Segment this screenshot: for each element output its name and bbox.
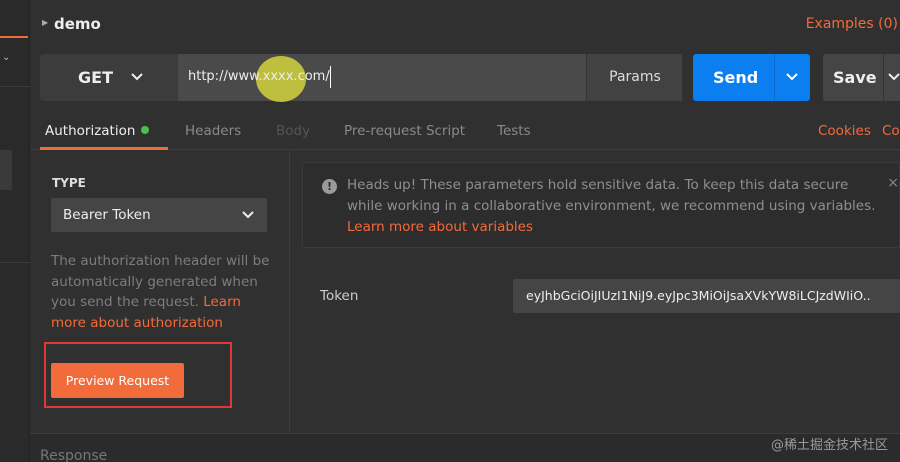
watermark: @稀土掘金技术社区 (770, 438, 888, 453)
notice-body: Heads up! These parameters hold sensitiv… (347, 177, 876, 214)
close-icon[interactable]: × (887, 175, 899, 191)
text-caret (330, 66, 331, 88)
sidebar-selected-item[interactable] (0, 150, 12, 190)
auth-type-value: Bearer Token (63, 207, 151, 223)
code-link[interactable]: Co (882, 123, 900, 139)
token-label: Token (320, 288, 359, 304)
chevron-down-icon[interactable] (887, 70, 900, 84)
auth-type-select[interactable]: Bearer Token (51, 198, 267, 232)
token-value: eyJhbGciOiJIUzI1NiJ9.eyJpc3MiOiJsaXVkYW8… (526, 288, 871, 303)
preview-request-button[interactable]: Preview Request (51, 363, 184, 398)
request-header: ▶ demo Examples (0) (30, 10, 900, 40)
preview-request-label: Preview Request (65, 373, 170, 388)
sensitive-data-notice: ! Heads up! These parameters hold sensit… (302, 162, 900, 248)
params-label: Params (609, 69, 661, 85)
token-input[interactable]: eyJhbGciOiJIUzI1NiJ9.eyJpc3MiOiJsaXVkYW8… (513, 279, 900, 313)
url-text: http://www.xxxx.com/ (188, 69, 330, 84)
send-divider (774, 54, 775, 101)
left-sidebar: ⌄ (0, 0, 30, 462)
chevron-down-icon[interactable] (785, 70, 799, 84)
request-builder: ▶ demo Examples (0) GET http://www.xxxx.… (30, 0, 900, 462)
save-button[interactable]: Save (823, 54, 900, 101)
status-dot-icon (141, 126, 150, 134)
notice-text: Heads up! These parameters hold sensitiv… (347, 175, 877, 238)
chevron-down-icon[interactable]: ⌄ (2, 52, 10, 63)
sidebar-active-indicator (0, 36, 28, 38)
tab-prerequest-script[interactable]: Pre-request Script (344, 123, 465, 139)
sidebar-divider (0, 262, 30, 263)
caret-right-icon[interactable]: ▶ (42, 18, 48, 27)
tab-body[interactable]: Body (276, 123, 310, 139)
learn-more-variables-link[interactable]: Learn more about variables (347, 219, 533, 235)
sidebar-divider (0, 86, 30, 87)
method-select[interactable]: GET (40, 54, 178, 101)
method-label: GET (78, 68, 113, 87)
info-icon: ! (322, 179, 337, 194)
save-label: Save (833, 68, 877, 87)
request-tabs: Authorization Headers Body Pre-request S… (30, 118, 900, 150)
auth-help-text: The authorization header will be automat… (51, 251, 276, 333)
cookies-link[interactable]: Cookies (818, 123, 871, 139)
send-label: Send (713, 68, 759, 87)
tab-tests[interactable]: Tests (497, 123, 531, 139)
params-button[interactable]: Params (586, 54, 682, 101)
response-section: Response @稀土掘金技术社区 (30, 433, 900, 462)
type-label: TYPE (52, 176, 86, 190)
examples-link[interactable]: Examples (0) (806, 16, 898, 32)
url-input[interactable]: http://www.xxxx.com/ (178, 54, 586, 102)
send-button[interactable]: Send (693, 54, 810, 101)
active-tab-underline (40, 147, 168, 150)
chevron-down-icon (242, 211, 254, 219)
auth-type-panel: TYPE Bearer Token The authorization head… (30, 151, 290, 433)
response-label: Response (40, 448, 108, 462)
tab-authorization-label: Authorization (45, 123, 136, 139)
chevron-down-icon (131, 73, 143, 81)
request-title[interactable]: demo (54, 15, 101, 33)
tab-authorization[interactable]: Authorization (45, 123, 150, 139)
tab-headers[interactable]: Headers (185, 123, 241, 139)
save-divider (883, 54, 884, 101)
